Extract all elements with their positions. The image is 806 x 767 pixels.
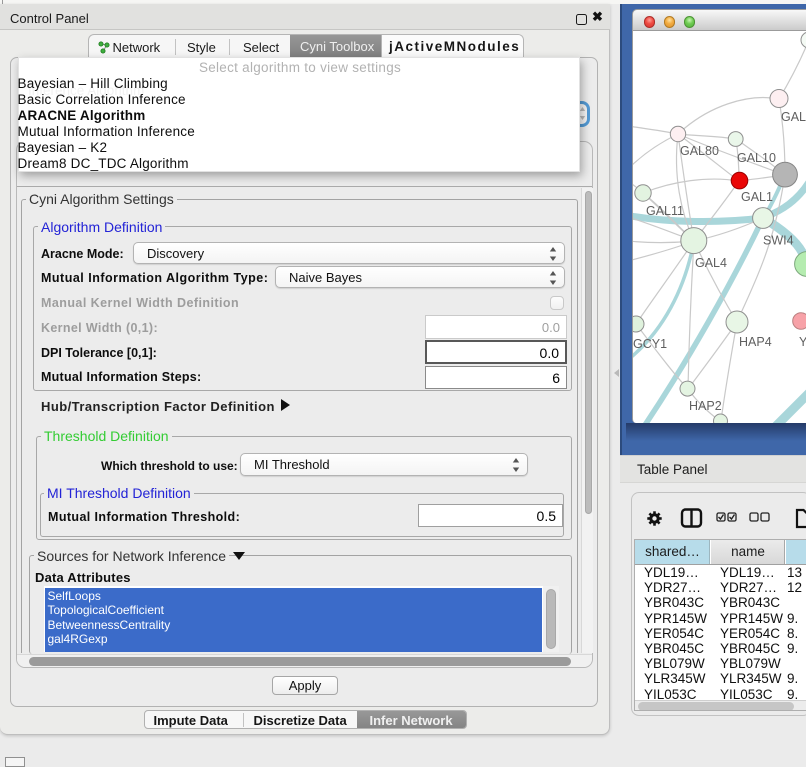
svg-text:GAL80: GAL80 xyxy=(680,144,719,158)
svg-text:HAP4: HAP4 xyxy=(739,335,772,349)
svg-text:HAP2: HAP2 xyxy=(689,399,722,413)
svg-text:GAL2: GAL2 xyxy=(781,110,806,124)
svg-text:Y: Y xyxy=(799,335,806,349)
svg-text:GAL11: GAL11 xyxy=(646,204,684,218)
svg-text:GAL4: GAL4 xyxy=(695,256,727,270)
svg-text:GCY1: GCY1 xyxy=(633,337,667,351)
svg-text:GAL10: GAL10 xyxy=(737,151,776,165)
svg-text:GAL1: GAL1 xyxy=(741,190,773,204)
svg-text:SWI4: SWI4 xyxy=(763,234,794,248)
